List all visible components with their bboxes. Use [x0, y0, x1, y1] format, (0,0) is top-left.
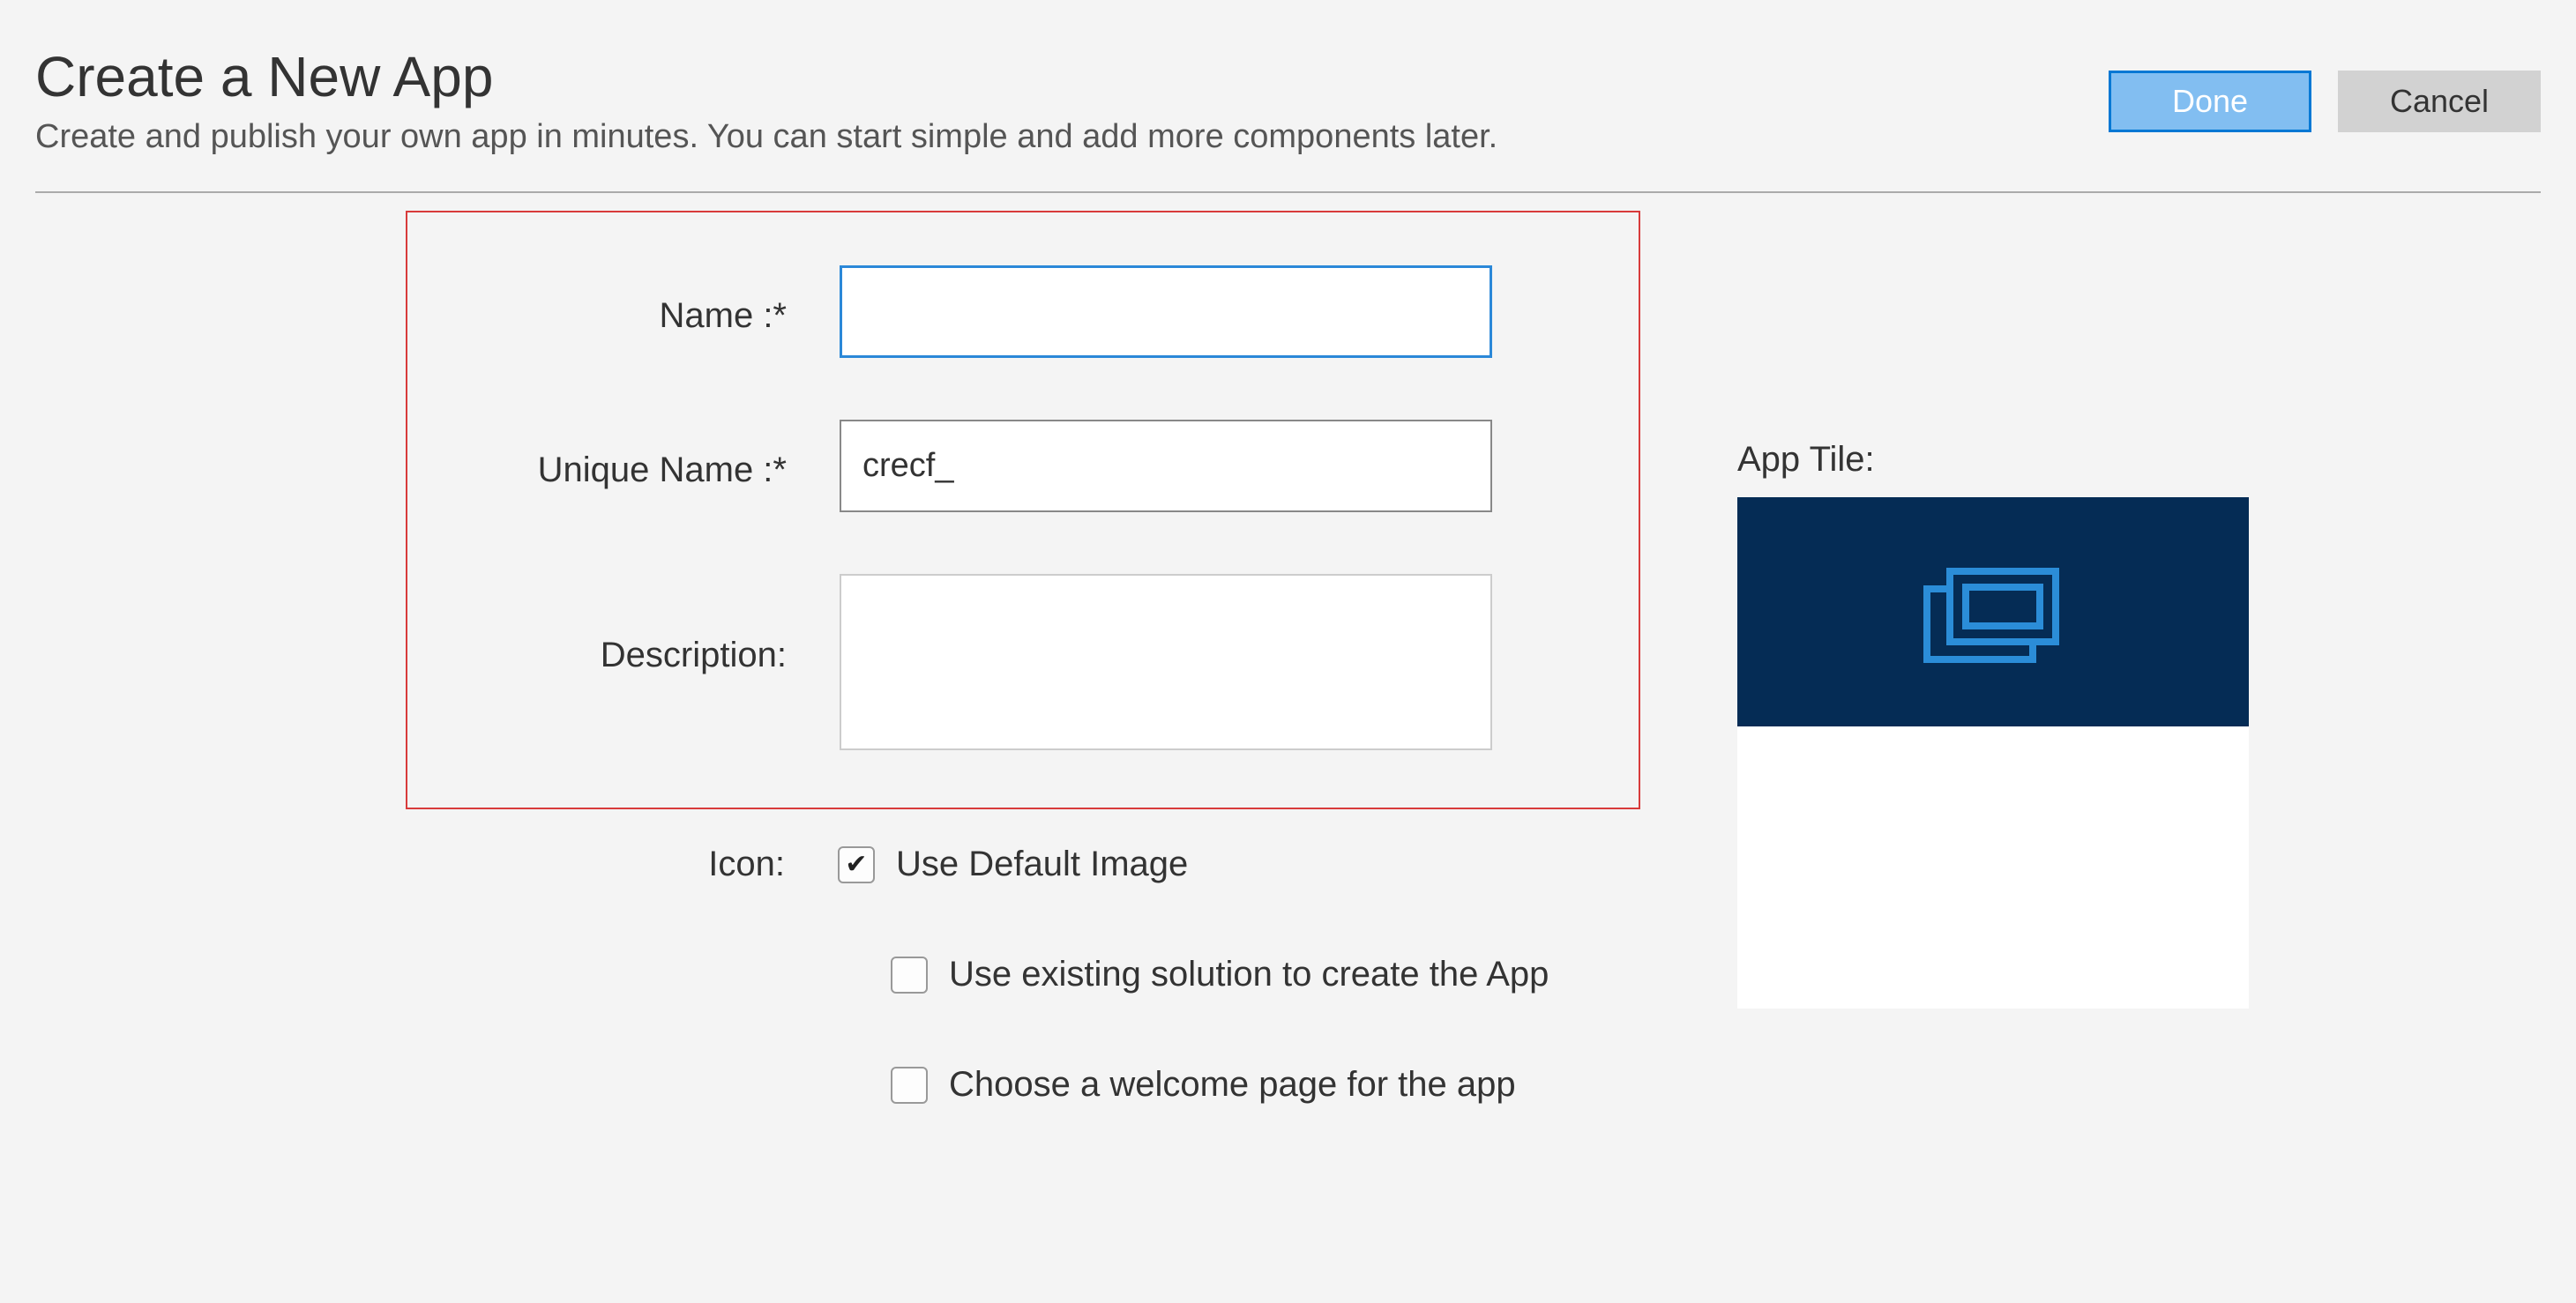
icon-label: Icon:	[459, 845, 838, 884]
required-fields-highlight: Name :* Unique Name :* Description:	[406, 211, 1640, 809]
choose-welcome-page-label: Choose a welcome page for the app	[949, 1065, 1516, 1105]
unique-name-input[interactable]	[840, 420, 1492, 512]
use-default-image-checkbox[interactable]	[838, 846, 875, 883]
use-default-image-label: Use Default Image	[896, 845, 1188, 884]
page-subtitle: Create and publish your own app in minut…	[35, 118, 2109, 156]
app-tile-label: App Tile:	[1737, 440, 2249, 480]
unique-name-label: Unique Name :*	[460, 442, 840, 490]
done-button[interactable]: Done	[2109, 71, 2311, 132]
choose-welcome-page-checkbox[interactable]	[891, 1067, 928, 1104]
name-input[interactable]	[840, 265, 1492, 358]
page-title: Create a New App	[35, 44, 2109, 109]
cancel-button[interactable]: Cancel	[2338, 71, 2541, 132]
name-label: Name :*	[460, 287, 840, 336]
divider	[35, 191, 2541, 193]
description-label: Description:	[460, 574, 840, 675]
use-existing-solution-label: Use existing solution to create the App	[949, 955, 1549, 994]
app-tile-icon	[1918, 559, 2068, 665]
use-existing-solution-checkbox[interactable]	[891, 957, 928, 994]
description-input[interactable]	[840, 574, 1492, 750]
app-tile-preview	[1737, 497, 2249, 1009]
